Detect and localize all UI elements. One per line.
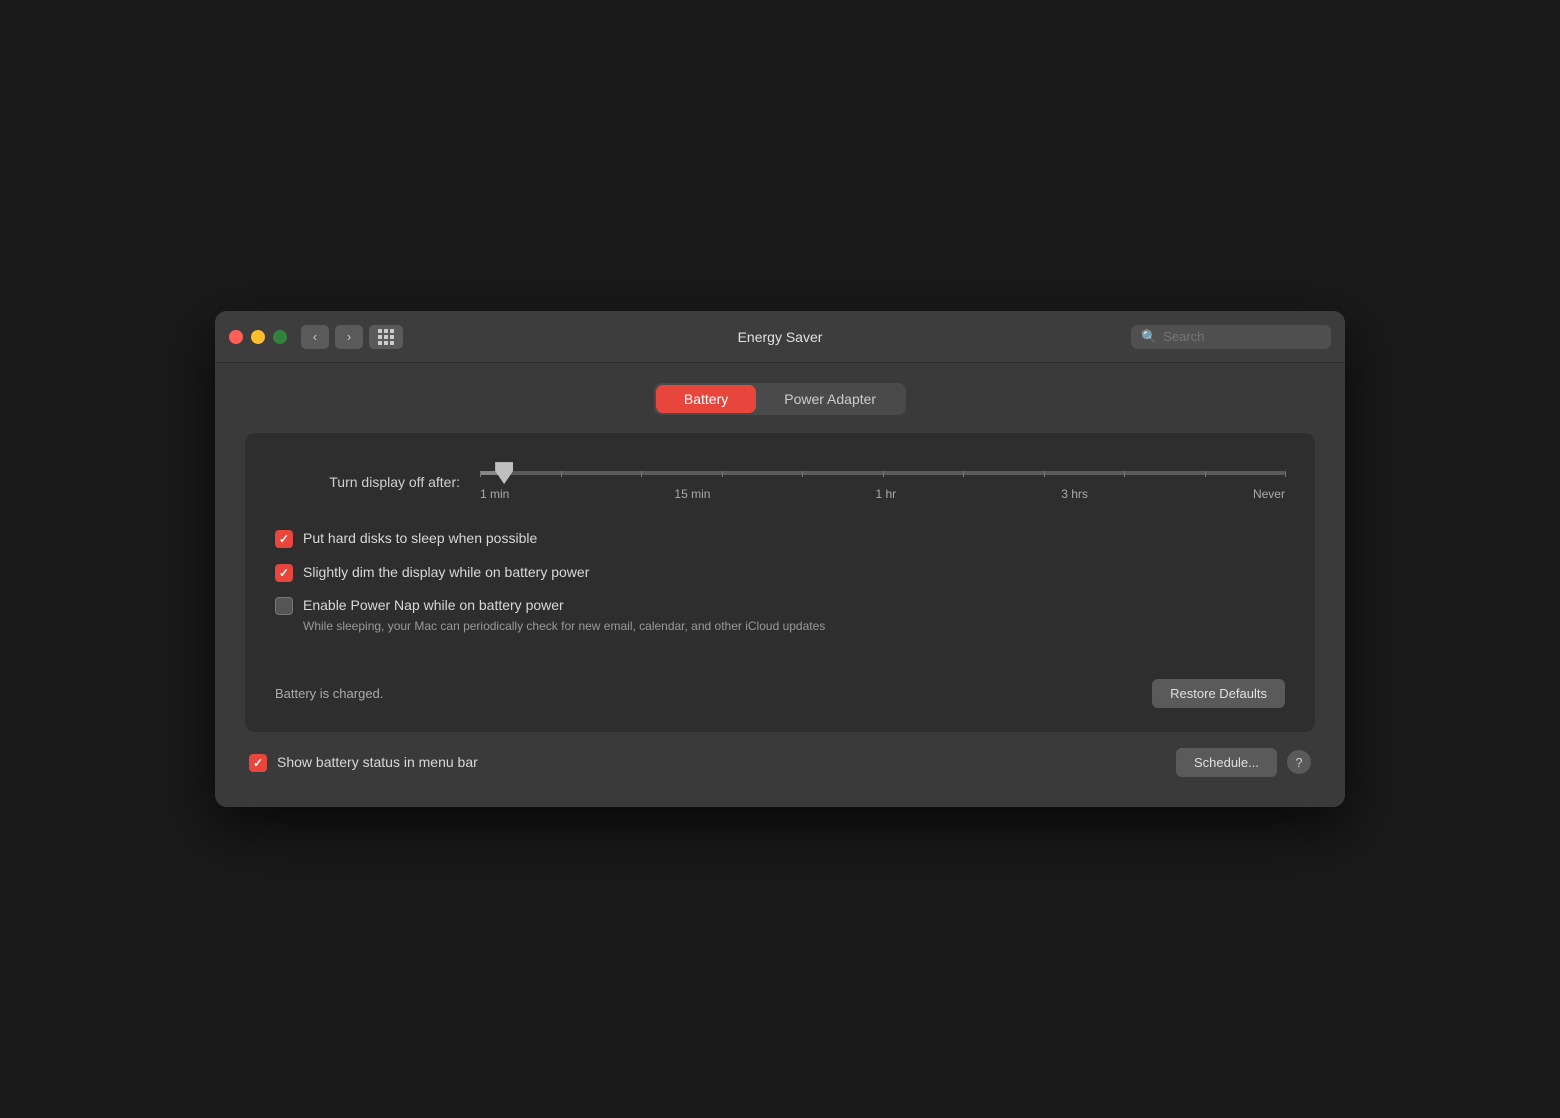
slider-track — [480, 471, 1285, 475]
nav-buttons: ‹ › — [301, 325, 363, 349]
help-button[interactable]: ? — [1287, 750, 1311, 774]
slider-thumb[interactable] — [495, 462, 513, 484]
checkboxes: Put hard disks to sleep when possible Sl… — [275, 529, 1285, 633]
titlebar: ‹ › Energy Saver 🔍 — [215, 311, 1345, 363]
tick-label-15min: 15 min — [674, 487, 710, 501]
restore-defaults-button[interactable]: Restore Defaults — [1152, 679, 1285, 708]
checkbox-subtext-power-nap: While sleeping, your Mac can periodicall… — [303, 619, 825, 633]
search-icon: 🔍 — [1141, 329, 1157, 345]
tick-label-3hrs: 3 hrs — [1061, 487, 1088, 501]
minimize-button[interactable] — [251, 330, 265, 344]
tick-label-never: Never — [1253, 487, 1285, 501]
window-title: Energy Saver — [738, 329, 823, 345]
tick-label-1min: 1 min — [480, 487, 509, 501]
schedule-button[interactable]: Schedule... — [1176, 748, 1277, 777]
slider-label: Turn display off after: — [275, 474, 460, 490]
slider-track-wrap — [480, 463, 1285, 483]
slider-track-container: 1 min 15 min 1 hr 3 hrs Never — [480, 463, 1285, 501]
tab-power-adapter[interactable]: Power Adapter — [756, 385, 904, 413]
checkbox-dim-display[interactable] — [275, 564, 293, 582]
tick-label-1hr: 1 hr — [875, 487, 896, 501]
slider-labels: 1 min 15 min 1 hr 3 hrs Never — [480, 487, 1285, 501]
search-input[interactable] — [1163, 329, 1321, 344]
forward-button[interactable]: › — [335, 325, 363, 349]
settings-panel: Turn display off after: — [245, 433, 1315, 732]
close-button[interactable] — [229, 330, 243, 344]
tab-bar: Battery Power Adapter — [245, 383, 1315, 415]
main-window: ‹ › Energy Saver 🔍 Battery Power Adapter — [215, 311, 1345, 807]
bottom-left: Show battery status in menu bar — [249, 753, 478, 773]
grid-icon — [378, 329, 394, 345]
checkbox-show-battery[interactable] — [249, 754, 267, 772]
content-area: Battery Power Adapter Turn display off a… — [215, 363, 1345, 807]
checkbox-row-power-nap: Enable Power Nap while on battery power … — [275, 596, 1285, 633]
tab-container: Battery Power Adapter — [654, 383, 906, 415]
back-button[interactable]: ‹ — [301, 325, 329, 349]
checkbox-power-nap[interactable] — [275, 597, 293, 615]
checkbox-label-power-nap: Enable Power Nap while on battery power — [303, 596, 825, 616]
maximize-button[interactable] — [273, 330, 287, 344]
traffic-lights — [229, 330, 287, 344]
slider-row: Turn display off after: — [275, 463, 1285, 501]
search-bar[interactable]: 🔍 — [1131, 325, 1331, 349]
bottom-bar: Show battery status in menu bar Schedule… — [245, 748, 1315, 777]
checkbox-hard-disks[interactable] — [275, 530, 293, 548]
show-battery-label: Show battery status in menu bar — [277, 753, 478, 773]
checkbox-label-dim-display: Slightly dim the display while on batter… — [303, 563, 589, 583]
checkbox-label-hard-disks: Put hard disks to sleep when possible — [303, 529, 537, 549]
power-nap-text-block: Enable Power Nap while on battery power … — [303, 596, 825, 633]
checkbox-row-dim-display: Slightly dim the display while on batter… — [275, 563, 1285, 583]
bottom-right: Schedule... ? — [1176, 748, 1311, 777]
tab-battery[interactable]: Battery — [656, 385, 756, 413]
grid-view-button[interactable] — [369, 325, 403, 349]
slider-section: Turn display off after: — [275, 463, 1285, 501]
checkbox-row-hard-disks: Put hard disks to sleep when possible — [275, 529, 1285, 549]
panel-footer: Battery is charged. Restore Defaults — [275, 663, 1285, 708]
battery-status: Battery is charged. — [275, 686, 383, 701]
